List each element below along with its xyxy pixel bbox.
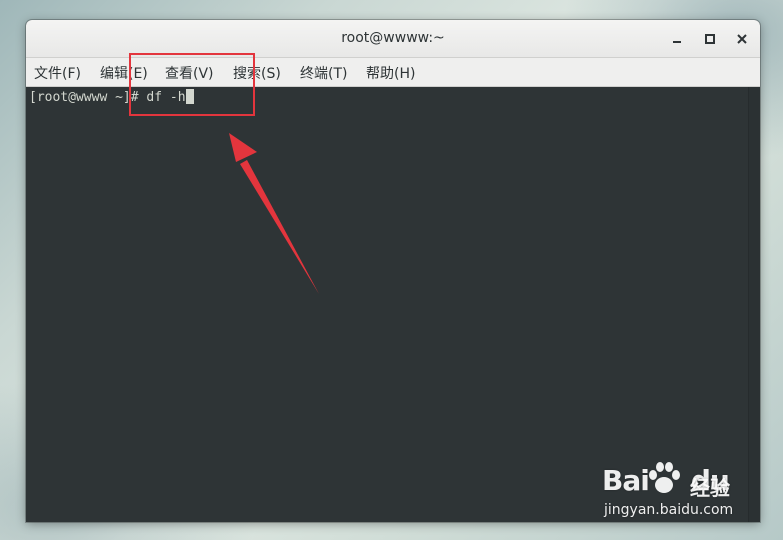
maximize-icon [705,34,715,44]
watermark-url: jingyan.baidu.com [604,502,734,518]
terminal-output[interactable]: [root@wwww ~]# df -h [26,87,748,522]
minimize-icon [673,41,681,43]
window-title: root@wwww:~ [341,30,445,46]
maximize-button[interactable] [700,29,720,49]
watermark-brand: 经验 [690,476,730,500]
close-icon [737,34,747,44]
menu-terminal[interactable]: 终端(T) [300,63,347,83]
highlight-annotation-box [129,53,255,116]
close-button[interactable] [732,29,752,49]
menu-help[interactable]: 帮助(H) [366,63,415,83]
paw-icon [649,462,680,493]
minimize-button[interactable] [667,29,687,49]
menu-file[interactable]: 文件(F) [34,63,81,83]
terminal-scrollbar[interactable] [748,87,760,522]
shell-prompt: [root@wwww ~]# [29,90,139,105]
baidu-watermark: Bai du 经验 jingyan.baidu.com [600,458,750,528]
